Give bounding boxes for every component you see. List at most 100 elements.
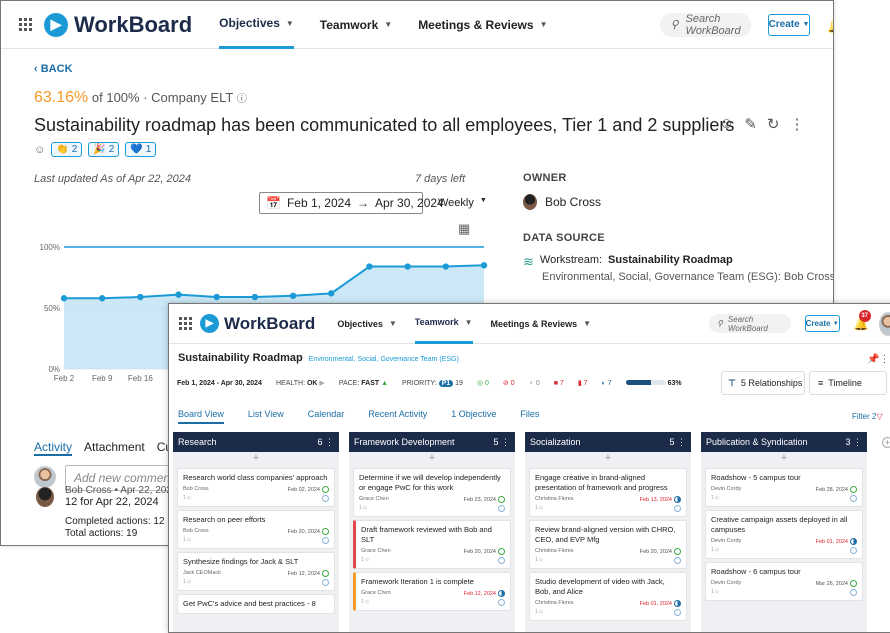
nav-meetings-reviews[interactable]: Meetings & Reviews ▼ bbox=[418, 18, 547, 32]
tab-calendar[interactable]: Calendar bbox=[308, 409, 345, 424]
card-check-icon[interactable] bbox=[498, 557, 505, 564]
edit-pencil-icon[interactable]: ✎ bbox=[744, 115, 757, 133]
notifications-button[interactable]: 🔔 37 bbox=[854, 309, 871, 331]
pace-label: PACE: bbox=[338, 379, 360, 387]
workstream-team[interactable]: Environmental, Social, Governance Team (… bbox=[309, 356, 459, 363]
owner-name[interactable]: Bob Cross bbox=[545, 195, 601, 209]
card-owner: Grace Chen bbox=[361, 590, 391, 596]
card-check-icon[interactable] bbox=[850, 589, 857, 596]
tab-objective[interactable]: 1 Objective bbox=[451, 409, 496, 424]
add-card-button[interactable]: + bbox=[525, 452, 691, 465]
action-card[interactable]: Engage creative in brand-aligned present… bbox=[529, 468, 687, 517]
add-card-button[interactable]: + bbox=[349, 452, 515, 465]
tab-activity[interactable]: Activity bbox=[34, 440, 73, 456]
days-left: 7 days left bbox=[415, 173, 466, 185]
app-grid-icon[interactable] bbox=[179, 317, 192, 330]
workboard-logo[interactable]: ▶ WorkBoard bbox=[44, 12, 192, 38]
add-card-button[interactable]: + bbox=[701, 452, 867, 465]
column-header[interactable]: Publication & Syndication 3 ⋮ bbox=[701, 432, 867, 452]
action-card[interactable]: Draft framework reviewed with Bob and SL… bbox=[353, 520, 511, 569]
more-vertical-icon[interactable]: ⋮ bbox=[853, 437, 862, 447]
info-icon[interactable]: ⓘ bbox=[237, 94, 247, 105]
card-check-icon[interactable] bbox=[674, 505, 681, 512]
card-check-icon[interactable] bbox=[322, 579, 329, 586]
column-header[interactable]: Socialization 5 ⋮ bbox=[525, 432, 691, 452]
card-check-icon[interactable] bbox=[498, 505, 505, 512]
reaction-party[interactable]: 🎉 2 bbox=[88, 142, 120, 157]
create-button[interactable]: Create ▼ bbox=[804, 315, 840, 332]
frequency-select[interactable]: Weekly ▼ bbox=[438, 197, 487, 209]
calculator-icon[interactable]: ▦ bbox=[458, 221, 470, 237]
search-input[interactable]: ⚲ Search WorkBoard bbox=[660, 12, 751, 37]
action-card[interactable]: Framework Iteration 1 is complete Grace C… bbox=[353, 572, 511, 611]
add-column-icon[interactable]: + bbox=[882, 437, 890, 448]
card-check-icon[interactable] bbox=[498, 599, 505, 606]
date-range-picker[interactable]: 📅 Feb 1, 2024 → Apr 30, 2024 bbox=[259, 192, 444, 214]
status-circle-icon bbox=[498, 590, 505, 597]
card-date-value: Feb 28, 2024 bbox=[815, 486, 848, 493]
heart-icon: 💙 bbox=[130, 144, 143, 155]
card-check-icon[interactable] bbox=[674, 609, 681, 616]
refresh-icon[interactable]: ↻ bbox=[767, 115, 780, 133]
nav-objectives[interactable]: Objectives ▼ bbox=[337, 319, 396, 329]
action-card[interactable]: Studio development of video with Jack, B… bbox=[529, 572, 687, 621]
column-header[interactable]: Research 6 ⋮ bbox=[173, 432, 339, 452]
more-vertical-icon[interactable]: ⋮ bbox=[789, 115, 804, 133]
notifications-button[interactable]: 🔔 37 bbox=[827, 16, 833, 34]
card-meta: Christina Flores Feb 20, 2024 bbox=[535, 548, 681, 555]
action-card[interactable]: Synthesize findings for Jack & SLT Jack C… bbox=[177, 552, 335, 591]
card-footer: 1 ◇ bbox=[535, 557, 681, 564]
card-check-icon[interactable] bbox=[850, 547, 857, 554]
user-avatar[interactable] bbox=[878, 311, 890, 336]
card-date: Feb 12, 2024 bbox=[464, 590, 505, 597]
back-button[interactable]: ‹ BACK bbox=[34, 63, 73, 75]
card-check-icon[interactable] bbox=[322, 537, 329, 544]
card-date-value: Feb 13, 2024 bbox=[639, 496, 672, 503]
top-nav: ▶ WorkBoard Objectives ▼ Teamwork ▼ Meetin… bbox=[1, 1, 833, 49]
reaction-heart[interactable]: 💙 1 bbox=[125, 142, 157, 157]
tab-recent-activity[interactable]: Recent Activity bbox=[368, 409, 427, 424]
pin-icon[interactable]: 📌⋮ bbox=[867, 354, 889, 365]
status-count: 0 bbox=[485, 380, 489, 387]
create-button[interactable]: Create ▼ bbox=[767, 13, 811, 36]
tab-list-view[interactable]: List View bbox=[248, 409, 284, 424]
app-grid-icon[interactable] bbox=[19, 18, 32, 31]
action-card[interactable]: Research on peer efforts Bob Cross Feb 20,… bbox=[177, 510, 335, 549]
action-card[interactable]: Determine if we will develop independent… bbox=[353, 468, 511, 517]
search-input[interactable]: ⚲ Search WorkBoard bbox=[709, 314, 791, 333]
add-card-button[interactable]: + bbox=[173, 452, 339, 465]
card-owner: Bob Cross bbox=[183, 486, 209, 492]
chevron-down-icon: ▼ bbox=[583, 319, 591, 328]
timeline-button[interactable]: ≡ Timeline bbox=[809, 371, 887, 395]
nav-meetings-reviews[interactable]: Meetings & Reviews ▼ bbox=[491, 319, 591, 329]
more-vertical-icon[interactable]: ⋮ bbox=[325, 437, 334, 447]
more-vertical-icon[interactable]: ⋮ bbox=[501, 437, 510, 447]
more-vertical-icon[interactable]: ⋮ bbox=[677, 437, 686, 447]
nav-objectives[interactable]: Objectives ▼ bbox=[219, 1, 294, 49]
reaction-clap[interactable]: 👏 2 bbox=[51, 142, 83, 157]
action-card[interactable]: Roadshow - 5 campus tour Devin Cordy Feb 2… bbox=[705, 468, 863, 507]
datasource-name[interactable]: Sustainability Roadmap bbox=[608, 254, 733, 270]
tab-attachment[interactable]: Attachment bbox=[84, 440, 145, 456]
add-reaction-icon[interactable]: ☺ bbox=[34, 144, 45, 156]
action-card[interactable]: Roadshow - 6 campus tour Devin Cordy Mar 2… bbox=[705, 562, 863, 601]
tab-files[interactable]: Files bbox=[520, 409, 539, 424]
card-check-icon[interactable] bbox=[674, 557, 681, 564]
add-reaction-icon[interactable]: ☺ bbox=[719, 115, 734, 133]
card-check-icon[interactable] bbox=[322, 495, 329, 502]
card-date: Feb 23, 2024 bbox=[464, 496, 505, 503]
card-check-icon[interactable] bbox=[850, 495, 857, 502]
action-card[interactable]: Creative campaign assets deployed in all… bbox=[705, 510, 863, 559]
nav-teamwork[interactable]: Teamwork ▼ bbox=[320, 18, 392, 32]
action-card[interactable]: Review brand-aligned version with CHRO, … bbox=[529, 520, 687, 569]
relationships-button[interactable]: ⊤ 5 Relationships bbox=[721, 371, 805, 395]
action-card[interactable]: Get PwC's advice and best practices - 8 bbox=[177, 594, 335, 614]
workboard-logo[interactable]: ▶ WorkBoard bbox=[200, 314, 315, 334]
action-card[interactable]: Research world class companies' approach… bbox=[177, 468, 335, 507]
filter-button[interactable]: Filter 2▽ bbox=[852, 412, 883, 421]
card-owner: Christina Flores bbox=[535, 548, 574, 554]
nav-teamwork[interactable]: Teamwork ▼ bbox=[414, 304, 473, 344]
column-header[interactable]: Framework Development 5 ⋮ bbox=[349, 432, 515, 452]
tab-board-view[interactable]: Board View bbox=[178, 409, 224, 424]
chevron-down-icon: ▼ bbox=[802, 21, 810, 28]
